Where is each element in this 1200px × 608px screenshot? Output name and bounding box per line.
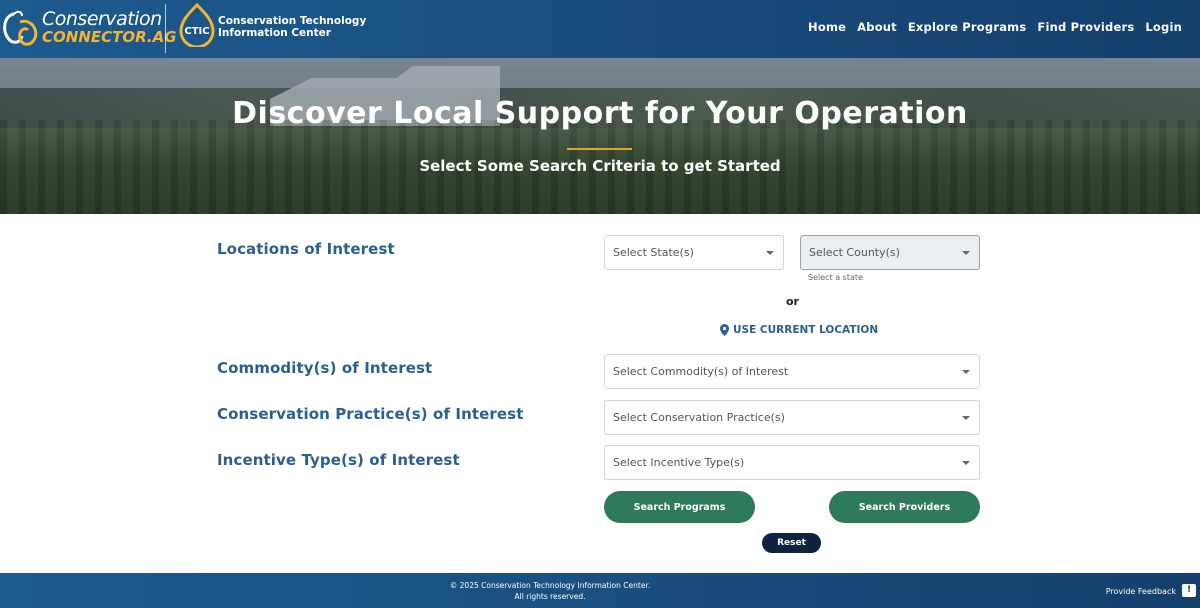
chevron-down-icon (962, 416, 970, 420)
provide-feedback-link[interactable]: Provide Feedback (1106, 587, 1176, 596)
commodity-select-placeholder: Select Commodity(s) of Interest (613, 365, 789, 378)
site-header: Conservation CONNECTOR.AG CTIC Conservat… (0, 0, 1200, 58)
incentive-select[interactable]: Select Incentive Type(s) (604, 445, 980, 480)
ctic-logo-icon[interactable]: CTIC (177, 3, 217, 47)
incentive-select-placeholder: Select Incentive Type(s) (613, 456, 745, 469)
state-select[interactable]: Select State(s) (604, 235, 784, 270)
conservation-connector-logo[interactable]: Conservation CONNECTOR.AG (0, 4, 177, 54)
nav-home[interactable]: Home (808, 20, 846, 34)
search-providers-button[interactable]: Search Providers (829, 491, 980, 523)
commodity-label: Commodity(s) of Interest (217, 359, 433, 377)
site-footer: © 2025 Conservation Technology Informati… (0, 573, 1200, 608)
ctic-name-line1: Conservation Technology (218, 15, 367, 27)
ctic-name-line2: Information Center (218, 27, 331, 39)
practice-label: Conservation Practice(s) of Interest (217, 405, 524, 423)
or-separator: or (786, 295, 799, 308)
nav-find-providers[interactable]: Find Providers (1037, 20, 1134, 34)
chevron-down-icon (962, 370, 970, 374)
header-divider (165, 4, 166, 53)
chevron-down-icon (962, 251, 970, 255)
county-select-placeholder: Select County(s) (809, 246, 900, 259)
footer-copyright: © 2025 Conservation Technology Informati… (0, 580, 1100, 602)
chevron-down-icon (766, 251, 774, 255)
nav-login[interactable]: Login (1145, 20, 1182, 34)
connector-logo-icon (3, 10, 38, 46)
logo-text-conservation: Conservation (42, 8, 162, 30)
search-programs-button[interactable]: Search Programs (604, 491, 755, 523)
county-select[interactable]: Select County(s) (800, 235, 980, 270)
use-current-location-label: USE CURRENT LOCATION (733, 324, 879, 336)
hero-subtitle: Select Some Search Criteria to get Start… (419, 157, 781, 175)
hero-title: Discover Local Support for Your Operatio… (232, 96, 968, 131)
ctic-name: Conservation Technology Information Cent… (218, 15, 366, 39)
chevron-down-icon (962, 461, 970, 465)
hero-banner: Discover Local Support for Your Operatio… (0, 58, 1200, 214)
ctic-badge-text: CTIC (184, 26, 209, 37)
locations-label: Locations of Interest (217, 240, 395, 258)
nav-about[interactable]: About (857, 20, 897, 34)
state-select-placeholder: Select State(s) (613, 246, 694, 259)
nav-explore-programs[interactable]: Explore Programs (908, 20, 1027, 34)
logo-text-connector: CONNECTOR.AG (42, 28, 177, 46)
feedback-icon[interactable]: ! (1182, 584, 1196, 597)
main-nav: Home About Explore Programs Find Provide… (808, 20, 1182, 34)
practice-select-placeholder: Select Conservation Practice(s) (613, 411, 785, 424)
reset-button[interactable]: Reset (762, 533, 821, 553)
hero-accent-rule (567, 148, 632, 150)
use-current-location-button[interactable]: USE CURRENT LOCATION (720, 324, 878, 336)
copyright-text: © 2025 Conservation Technology Informati… (449, 581, 651, 590)
county-helper-text: Select a state (808, 273, 863, 282)
commodity-select[interactable]: Select Commodity(s) of Interest (604, 354, 980, 389)
incentive-label: Incentive Type(s) of Interest (217, 451, 460, 469)
hero-overlay (0, 58, 1200, 214)
rights-text: All rights reserved. (514, 592, 586, 601)
practice-select[interactable]: Select Conservation Practice(s) (604, 400, 980, 435)
location-pin-icon (720, 324, 729, 336)
